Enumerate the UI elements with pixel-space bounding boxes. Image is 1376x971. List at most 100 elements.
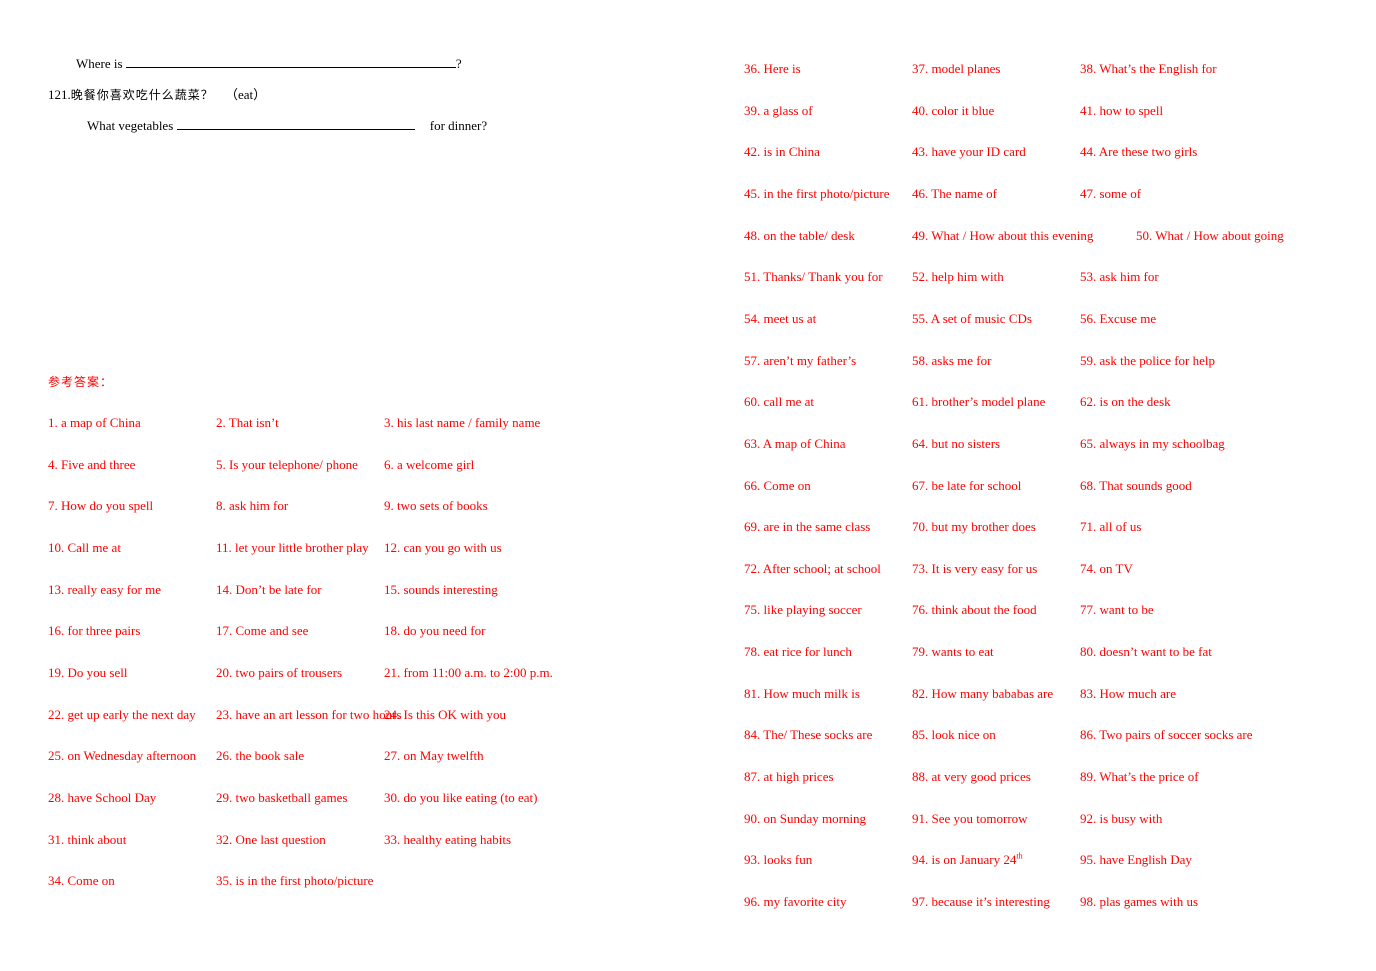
question-121-prompt: 121.晚餐你喜欢吃什么蔬菜？ （eat） [48,87,266,103]
answer-text: 36. Here is [744,61,801,76]
answer-item: 74. on TV [1080,561,1133,577]
answer-text: 70. but my brother does [912,519,1036,535]
answer-text: 27. on May twelfth [384,748,484,764]
answer-item: 31. think about [48,832,126,848]
answer-item: 92. is busy with [1080,811,1162,827]
answer-item: 22. get up early the next day [48,707,196,723]
answer-text: 71. all of us [1080,519,1142,535]
answer-text: 12. can you go with us [384,539,502,555]
answer-item: 94. is on January 24th [912,852,1023,868]
answer-item: 14. Don’t be late for [216,582,322,598]
question-121-number: 121. [48,87,71,102]
answer-text: 30. do you like eating (to eat) [384,789,538,805]
answer-item: 86. Two pairs of soccer socks are [1080,727,1253,743]
answer-item: 19. Do you sell [48,665,127,681]
answer-item: 49. What / How about this evening [912,228,1093,244]
answer-text: 28. have School Day [48,789,157,805]
answer-text: 43. have your ID card [912,144,1026,160]
answer-text: 62. is on the desk [1080,394,1171,410]
answer-item: 23. have an art lesson for two hours [216,707,402,723]
answer-item: 39. a glass of [744,103,813,119]
answer-item: 36. Here is [744,61,801,77]
answer-text: 88. at very good prices [912,769,1031,785]
answer-text: 35. is in the first photo/picture [216,873,374,889]
answer-text: 17. Come and see [216,623,309,639]
answer-item: 35. is in the first photo/picture [216,873,373,889]
answer-text: 47. some of [1080,185,1142,201]
answer-item: 13. really easy for me [48,582,161,598]
answer-text: 2. That isn’t [216,415,279,430]
answer-text: 52. help him with [912,269,1004,285]
answer-text: 87. at high prices [744,769,834,785]
answer-text: 34. Come on [48,873,115,889]
answer-blank-121 [176,117,415,130]
answer-item: 95. have English Day [1080,852,1192,868]
answer-item: 64. but no sisters [912,436,1000,452]
answer-text: 23. have an art lesson for two hours [216,706,402,722]
answer-text: 3. his last name / family name [384,415,541,430]
answer-text: 9. two sets of books [384,498,488,514]
answer-text: 49. What / How about this evening [912,227,1094,243]
answer-text: 69. are in the same class [744,519,871,535]
answer-item: 45. in the first photo/picture [744,186,890,202]
answer-item: 40. color it blue [912,103,994,119]
answer-item: 52. help him with [912,269,1004,285]
answer-text: 55. A set of music CDs [912,310,1032,326]
answer-item: 51. Thanks/ Thank you for [744,269,883,285]
answer-text: 32. One last question [216,831,326,847]
answer-item: 46. The name of [912,186,997,202]
answer-item: 98. plas games with us [1080,894,1198,910]
answer-text: 92. is busy with [1080,810,1163,826]
answer-item: 76. think about the food [912,602,1037,618]
answer-item: 16. for three pairs [48,623,140,639]
answer-item: 66. Come on [744,478,811,494]
answer-item: 33. healthy eating habits [384,832,511,848]
answer-text: 6. a welcome girl [384,456,475,472]
answer-item: 47. some of [1080,186,1141,202]
answer-text: 81. How much milk is [744,685,860,701]
answer-item: 73. It is very easy for us [912,561,1037,577]
answer-text: 40. color it blue [912,102,995,118]
answer-item: 18. do you need for [384,623,485,639]
answer-item: 50. What / How about going [1136,228,1284,244]
answer-text: 57. aren’t my father’s [744,352,857,368]
question-121-suffix: for dinner? [429,118,488,133]
answer-text: 84. The/ These socks are [744,727,873,743]
answer-item: 20. two pairs of trousers [216,665,342,681]
answer-text: 8. ask him for [216,498,289,514]
answer-text: 56. Excuse me [1080,310,1157,326]
answer-text: 37. model planes [912,61,1001,76]
answer-item: 29. two basketball games [216,790,347,806]
answer-text: 5. Is your telephone/ phone [216,456,358,472]
answer-item: 80. doesn’t want to be fat [1080,644,1212,660]
answer-item: 69. are in the same class [744,519,870,535]
answer-item: 91. See you tomorrow [912,811,1028,827]
answer-item: 11. let your little brother play [216,540,369,556]
answer-item: 6. a welcome girl [384,457,474,473]
answer-text: 67. be late for school [912,477,1022,493]
question-120-line: Where is ? [76,55,462,72]
question-121-hint: （eat） [225,87,267,102]
answer-text: 64. but no sisters [912,435,1001,451]
answer-text: 50. What / How about going [1136,227,1284,243]
answer-item: 5. Is your telephone/ phone [216,457,358,473]
answer-text: 77. want to be [1080,602,1154,618]
answer-text: 25. on Wednesday afternoon [48,748,197,764]
answer-text: 58. asks me for [912,352,992,368]
answer-item: 3. his last name / family name [384,415,540,431]
answer-item: 79. wants to eat [912,644,994,660]
answer-item: 85. look nice on [912,727,996,743]
answer-text: 83. How much are [1080,685,1177,701]
answer-text: 95. have English Day [1080,852,1192,868]
question-121-line: What vegetables for dinner? [87,117,487,134]
answer-item: 1. a map of China [48,415,141,431]
answer-text: 31. think about [48,831,127,847]
answer-text: 91. See you tomorrow [912,810,1028,826]
answer-item: 78. eat rice for lunch [744,644,852,660]
answer-item: 9. two sets of books [384,498,488,514]
question-120-prefix: Where is [76,56,123,71]
answer-item: 82. How many bababas are [912,686,1053,702]
answer-text: 97. because it’s interesting [912,894,1050,909]
answer-text: 11. let your little brother play [216,539,369,555]
answer-item: 56. Excuse me [1080,311,1156,327]
